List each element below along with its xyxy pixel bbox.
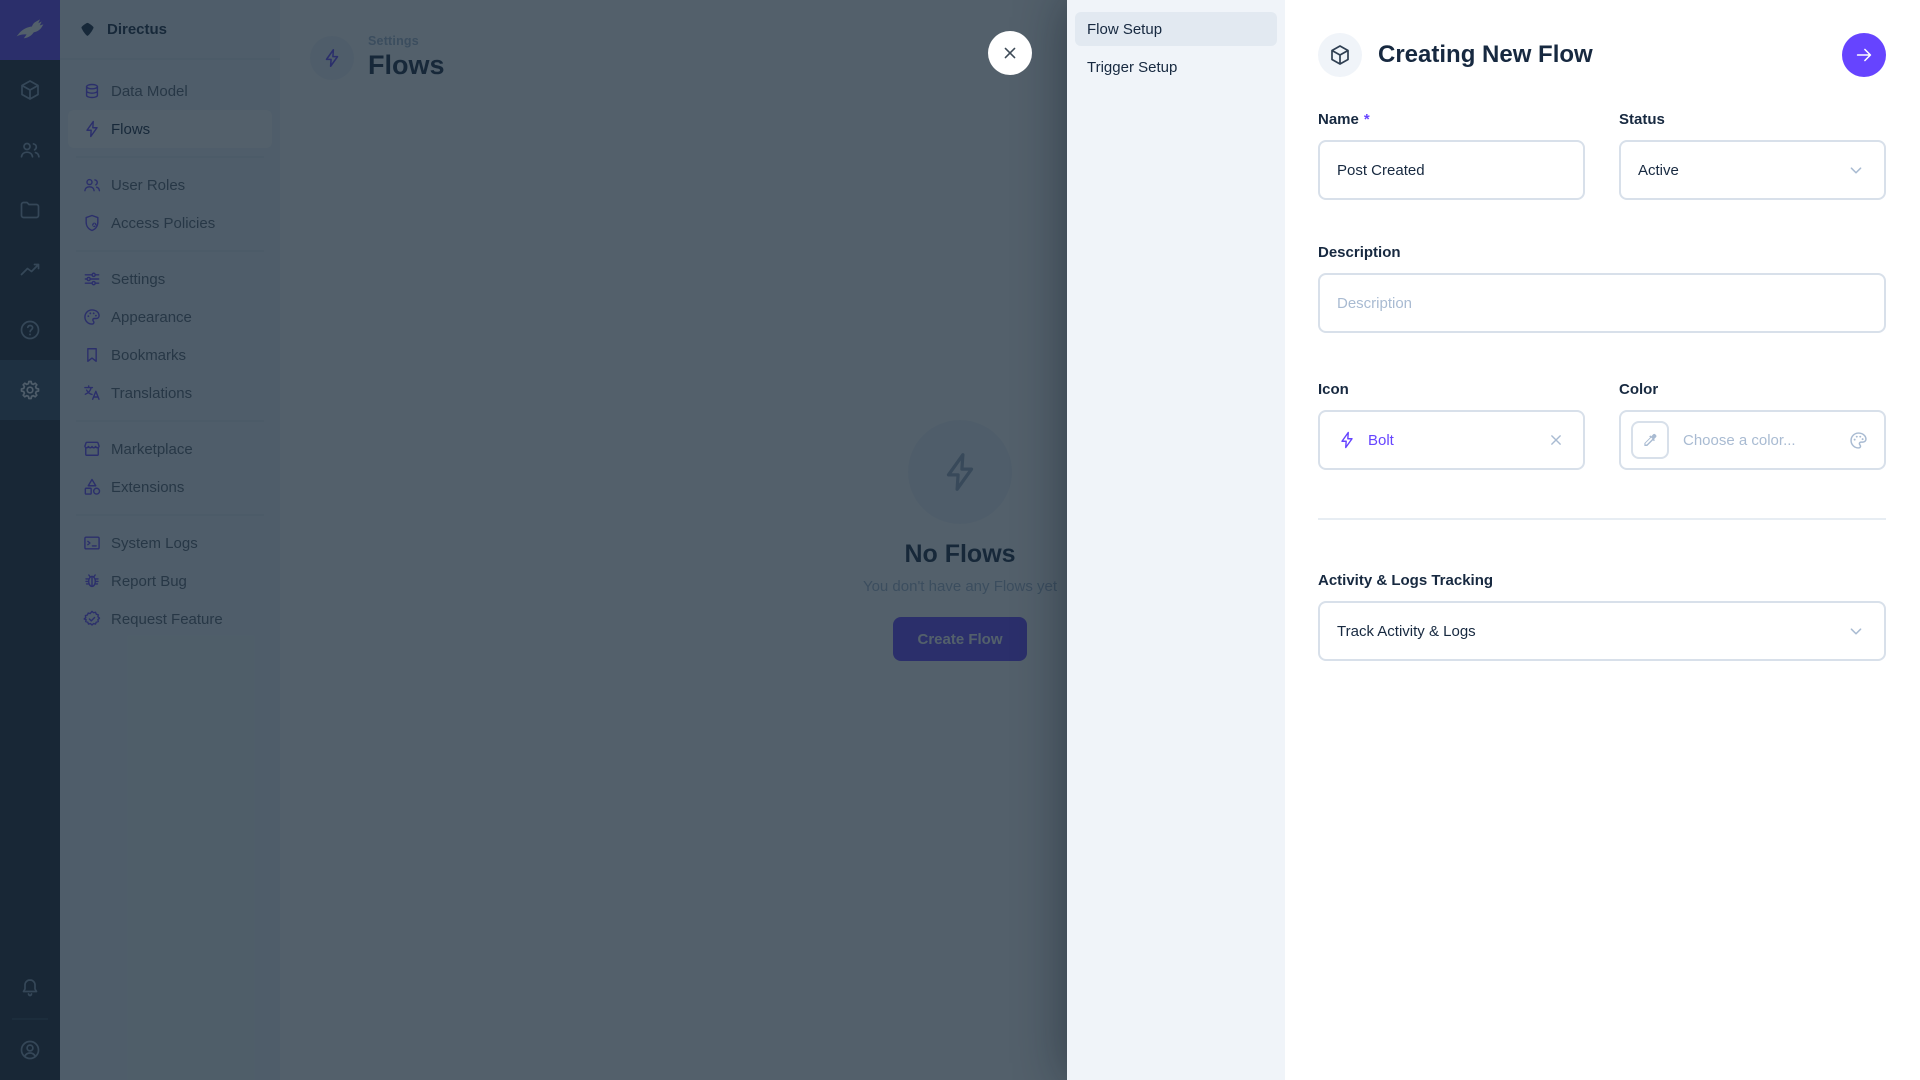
palette-icon[interactable] bbox=[1848, 430, 1869, 451]
chevron-down-icon bbox=[1845, 159, 1867, 181]
name-label: Name* bbox=[1318, 111, 1585, 128]
chevron-down-icon bbox=[1845, 620, 1867, 642]
arrow-right-icon bbox=[1853, 44, 1875, 66]
bolt-icon bbox=[1337, 430, 1357, 450]
flow-setup-form: Name* Status Active bbox=[1318, 111, 1886, 661]
icon-label: Icon bbox=[1318, 381, 1585, 398]
icon-value: Bolt bbox=[1368, 432, 1394, 449]
tracking-field: Activity & Logs Tracking Track Activity … bbox=[1318, 572, 1886, 661]
eyedropper-button[interactable] bbox=[1631, 421, 1669, 459]
drawer-nav: Flow Setup Trigger Setup bbox=[1067, 0, 1285, 1080]
color-field: Color Choose a color... bbox=[1619, 381, 1886, 470]
form-divider bbox=[1318, 518, 1886, 520]
description-field: Description bbox=[1318, 244, 1886, 333]
clear-icon[interactable] bbox=[1546, 430, 1566, 450]
color-input[interactable]: Choose a color... bbox=[1619, 410, 1886, 470]
name-field: Name* bbox=[1318, 111, 1585, 200]
description-input[interactable] bbox=[1318, 273, 1886, 333]
tracking-select[interactable]: Track Activity & Logs bbox=[1318, 601, 1886, 661]
drawer-icon-badge bbox=[1318, 33, 1362, 77]
drawer-title: Creating New Flow bbox=[1378, 41, 1593, 69]
color-label: Color bbox=[1619, 381, 1886, 398]
drawer-close-button[interactable] bbox=[988, 31, 1032, 75]
create-flow-drawer: Flow Setup Trigger Setup Creating New Fl… bbox=[1067, 0, 1920, 1080]
description-label: Description bbox=[1318, 244, 1886, 261]
drawer-nav-trigger-setup[interactable]: Trigger Setup bbox=[1075, 50, 1277, 84]
name-input[interactable] bbox=[1318, 140, 1585, 200]
status-field: Status Active bbox=[1619, 111, 1886, 200]
drawer-header: Creating New Flow bbox=[1318, 33, 1886, 77]
drawer-nav-flow-setup[interactable]: Flow Setup bbox=[1075, 12, 1277, 46]
icon-field: Icon Bolt bbox=[1318, 381, 1585, 470]
close-icon bbox=[999, 42, 1021, 64]
tracking-label: Activity & Logs Tracking bbox=[1318, 572, 1886, 589]
status-label: Status bbox=[1619, 111, 1886, 128]
tracking-value: Track Activity & Logs bbox=[1337, 623, 1476, 640]
next-step-button[interactable] bbox=[1842, 33, 1886, 77]
drawer-content: Creating New Flow Name* Status bbox=[1285, 0, 1920, 1080]
status-value: Active bbox=[1638, 162, 1679, 179]
cube-icon bbox=[1328, 43, 1352, 67]
directus-app: Directus Data Model Flows User Roles Acc… bbox=[0, 0, 1920, 1080]
icon-select[interactable]: Bolt bbox=[1318, 410, 1585, 470]
color-placeholder: Choose a color... bbox=[1683, 432, 1796, 449]
required-marker: * bbox=[1364, 111, 1370, 128]
status-select[interactable]: Active bbox=[1619, 140, 1886, 200]
